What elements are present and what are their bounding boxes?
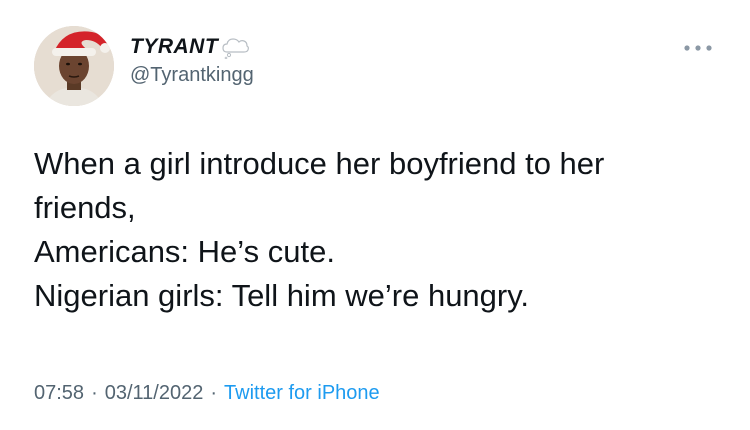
cloud-icon: [220, 35, 250, 60]
tweet-meta: 07:58 · 03/11/2022 · Twitter for iPhone: [34, 382, 380, 405]
tweet-card: TYRANT @Tyrantkingg When a girl introduc…: [0, 0, 750, 430]
meta-separator: ·: [91, 382, 98, 404]
tweet-text-line: friends,: [34, 190, 136, 225]
tweet-text-line: Americans: He’s cute.: [34, 234, 335, 269]
tweet-text-line: Nigerian girls: Tell him we’re hungry.: [34, 278, 530, 313]
author-block: TYRANT @Tyrantkingg: [130, 34, 254, 87]
display-name[interactable]: TYRANT: [130, 35, 218, 59]
tweet-time[interactable]: 07:58: [34, 382, 84, 404]
avatar[interactable]: [34, 26, 114, 106]
tweet-date[interactable]: 03/11/2022: [105, 382, 204, 404]
more-horizontal-icon[interactable]: [680, 40, 716, 56]
avatar-image: [34, 26, 114, 106]
tweet-source-link[interactable]: Twitter for iPhone: [224, 382, 380, 404]
user-handle[interactable]: @Tyrantkingg: [130, 64, 254, 87]
tweet-text-line: When a girl introduce her boyfriend to h…: [34, 146, 605, 181]
tweet-text: When a girl introduce her boyfriend to h…: [34, 142, 724, 318]
meta-separator: ·: [210, 382, 218, 404]
